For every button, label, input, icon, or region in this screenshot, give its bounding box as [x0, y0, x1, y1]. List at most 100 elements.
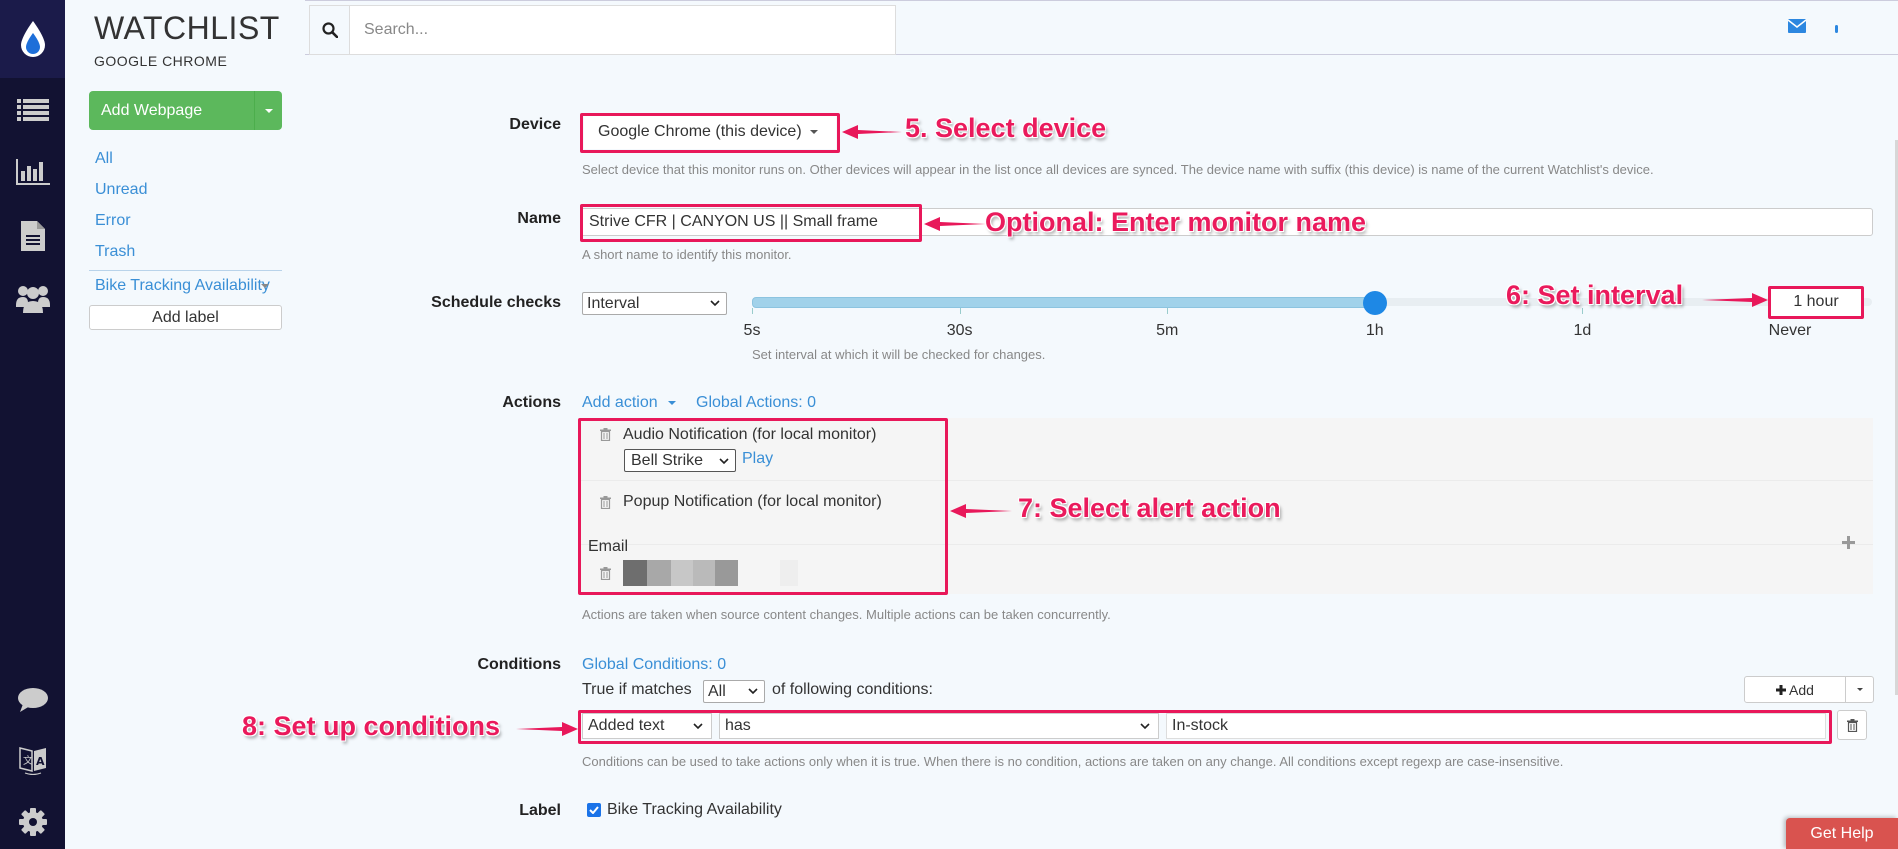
label-field-label: Label: [519, 802, 561, 819]
name-label: Name: [517, 210, 561, 227]
chevron-down-icon: [748, 687, 758, 694]
label-menu-caret-icon[interactable]: [261, 284, 269, 288]
annotation-optional-name: Optional: Enter monitor name: [985, 207, 1367, 237]
match-suffix-text: of following conditions:: [772, 681, 933, 698]
rail-item-translate[interactable]: 文 A: [0, 738, 65, 782]
mail-icon[interactable]: [1788, 19, 1806, 33]
conditions-label: Conditions: [477, 656, 561, 673]
gear-icon: [18, 808, 47, 836]
global-actions-link[interactable]: Global Actions: 0: [696, 394, 816, 412]
rail-item-chat[interactable]: [0, 678, 65, 722]
slider-tick-label[interactable]: 5s: [744, 322, 761, 340]
icon-rail: 文 A: [0, 0, 65, 849]
rail-item-documents[interactable]: [0, 214, 65, 258]
svg-text:文: 文: [23, 754, 33, 767]
app-title: WATCHLIST: [94, 10, 280, 46]
add-condition-label: Add: [1789, 681, 1814, 698]
trash-icon: [1846, 718, 1858, 732]
interval-slider-fill: [752, 297, 1375, 308]
label-checkbox-text: Bike Tracking Availability: [607, 801, 782, 818]
highlight-device: [580, 113, 840, 153]
interval-slider-handle[interactable]: [1362, 291, 1387, 315]
caret-down-icon: [264, 108, 273, 113]
rail-item-users[interactable]: [0, 276, 65, 320]
slider-tick: [752, 308, 753, 314]
filter-unread[interactable]: Unread: [95, 181, 147, 199]
arrow-left-icon: [842, 125, 902, 139]
app-subtitle: GOOGLE CHROME: [94, 53, 228, 69]
document-icon: [20, 221, 45, 251]
filter-trash[interactable]: Trash: [95, 243, 135, 261]
search-box: [309, 5, 896, 55]
top-bar: [305, 0, 1898, 55]
add-action-label: Add action: [582, 394, 658, 411]
annotation-step5: 5. Select device: [905, 113, 1107, 143]
arrow-left-icon: [924, 217, 986, 231]
add-condition-button-group: Add: [1744, 676, 1874, 703]
arrow-right-icon: [1702, 293, 1768, 307]
highlight-name: [580, 204, 922, 242]
user-menu-icon[interactable]: [1835, 25, 1838, 33]
get-help-button[interactable]: Get Help: [1786, 818, 1898, 849]
highlight-conditions: [578, 710, 1832, 744]
search-button[interactable]: [310, 6, 350, 54]
label-checkbox[interactable]: [587, 803, 601, 817]
slider-tick: [959, 308, 961, 314]
checkmark-icon: [589, 806, 599, 814]
sidebar-divider: [89, 270, 282, 271]
slider-tick: [1167, 308, 1169, 314]
add-webpage-dropdown-toggle[interactable]: [254, 91, 282, 130]
slider-tick-label[interactable]: Never: [1769, 322, 1812, 340]
filter-error[interactable]: Error: [95, 212, 131, 230]
watchlist-logo-icon: [20, 21, 45, 57]
users-icon: [15, 286, 50, 313]
device-label: Device: [509, 116, 561, 133]
slider-tick-label[interactable]: 5m: [1156, 322, 1178, 340]
rail-item-list[interactable]: [0, 88, 65, 132]
slider-tick-label[interactable]: 1d: [1573, 322, 1591, 340]
plus-icon: [1776, 684, 1787, 695]
translate-icon: 文 A: [18, 747, 46, 775]
delete-condition-button[interactable]: [1837, 710, 1867, 740]
filter-all[interactable]: All: [95, 150, 113, 168]
schedule-label: Schedule checks: [431, 294, 561, 311]
annotation-step7: 7: Select alert action: [1018, 493, 1281, 523]
conditions-help: Conditions can be used to take actions o…: [582, 754, 1564, 769]
add-condition-button[interactable]: Add: [1745, 677, 1846, 702]
schedule-help: Set interval at which it will be checked…: [752, 347, 1046, 362]
search-icon: [321, 22, 338, 38]
slider-tick-label[interactable]: 30s: [947, 322, 973, 340]
annotation-step6: 6: Set interval: [1506, 280, 1684, 310]
list-icon: [16, 99, 49, 121]
search-input[interactable]: [350, 6, 895, 54]
add-webpage-button[interactable]: Add Webpage: [89, 91, 254, 130]
highlight-interval: [1768, 286, 1864, 319]
add-email-plus-icon[interactable]: [1842, 536, 1855, 549]
rail-item-settings[interactable]: [0, 800, 65, 844]
chart-icon: [15, 159, 50, 185]
add-condition-dropdown-toggle[interactable]: [1846, 677, 1873, 702]
schedule-mode-select[interactable]: Interval: [582, 292, 727, 315]
arrow-right-icon: [516, 722, 578, 736]
add-label-button[interactable]: Add label: [89, 305, 282, 330]
add-action-dropdown[interactable]: Add action: [582, 394, 677, 412]
match-prefix-text: True if matches: [582, 681, 692, 698]
name-help: A short name to identify this monitor.: [582, 247, 792, 262]
actions-help: Actions are taken when source content ch…: [582, 607, 1111, 622]
match-mode-value: All: [708, 682, 726, 700]
add-webpage-button-group: Add Webpage: [89, 91, 282, 130]
rail-item-reports[interactable]: [0, 150, 65, 194]
global-conditions-link[interactable]: Global Conditions: 0: [582, 656, 726, 674]
watchlist-logo[interactable]: [0, 0, 65, 78]
highlight-actions: [578, 418, 948, 595]
schedule-mode-value: Interval: [587, 294, 640, 312]
device-help: Select device that this monitor runs on.…: [582, 162, 1654, 177]
match-mode-select[interactable]: All: [703, 680, 765, 703]
caret-down-icon: [1856, 688, 1863, 691]
annotation-step8: 8: Set up conditions: [242, 711, 501, 741]
arrow-left-icon: [950, 504, 1012, 518]
label-item-bike-tracking[interactable]: Bike Tracking Availability: [95, 277, 270, 295]
caret-down-icon: [668, 400, 677, 405]
slider-tick-label[interactable]: 1h: [1366, 322, 1384, 340]
svg-text:A: A: [36, 755, 45, 768]
